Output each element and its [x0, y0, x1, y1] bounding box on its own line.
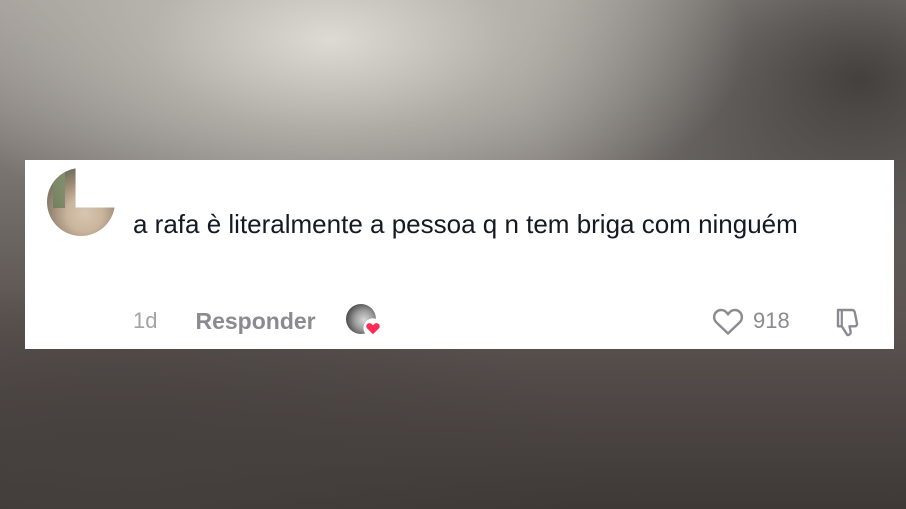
comment-text: a rafa è literalmente a pessoa q n tem b…	[133, 209, 798, 239]
heart-outline-icon	[712, 308, 744, 335]
reply-button[interactable]: Responder	[195, 308, 315, 335]
comment-timestamp: 1d	[133, 308, 158, 333]
comment-meta-row: 1d Responder	[133, 304, 383, 338]
comment-card: a rafa è literalmente a pessoa q n tem b…	[25, 160, 894, 349]
creator-liked-badge	[345, 304, 383, 338]
user-avatar[interactable]	[47, 168, 115, 236]
thumbs-down-icon[interactable]	[831, 305, 865, 339]
like-count: 918	[753, 308, 790, 333]
like-button[interactable]: 918	[711, 306, 790, 336]
creator-heart-icon	[363, 318, 383, 338]
